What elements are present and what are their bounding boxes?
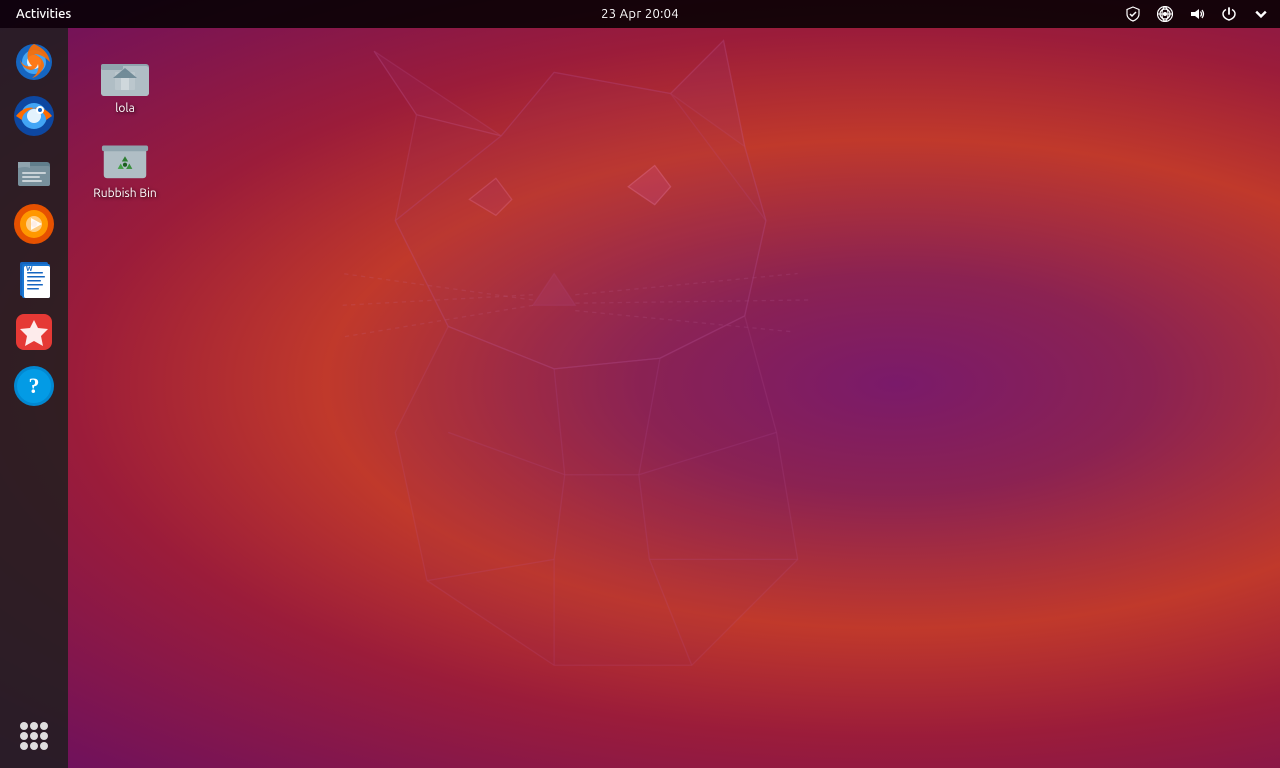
- dock-item-files[interactable]: [10, 146, 58, 194]
- dock: W ?: [0, 28, 68, 768]
- home-folder-label: lola: [115, 102, 135, 115]
- volume-icon[interactable]: [1186, 3, 1208, 25]
- cat-wallpaper: [160, 30, 1160, 750]
- dock-item-firefox[interactable]: [10, 38, 58, 86]
- power-icon[interactable]: [1218, 3, 1240, 25]
- app-grid-button[interactable]: [10, 712, 58, 760]
- desktop-icon-rubbish-bin[interactable]: Rubbish Bin: [80, 125, 170, 206]
- desktop-icons: lola R: [68, 28, 182, 218]
- activities-button[interactable]: Activities: [8, 0, 79, 28]
- svg-text:?: ?: [29, 373, 40, 398]
- topbar-datetime: 23 Apr 20:04: [601, 7, 679, 21]
- rubbish-bin-label: Rubbish Bin: [93, 187, 156, 200]
- dock-item-app-center[interactable]: [10, 308, 58, 356]
- rubbish-bin-icon: [99, 131, 151, 183]
- svg-text:W: W: [26, 265, 33, 273]
- home-folder-icon: [99, 46, 151, 98]
- dock-item-writer[interactable]: W: [10, 254, 58, 302]
- desktop-icon-home[interactable]: lola: [80, 40, 170, 121]
- network-icon[interactable]: [1154, 3, 1176, 25]
- dock-item-help[interactable]: ?: [10, 362, 58, 410]
- topbar-left: Activities: [8, 0, 79, 28]
- desktop: Activities 23 Apr 20:04: [0, 0, 1280, 768]
- shield-icon[interactable]: [1122, 3, 1144, 25]
- dock-item-rhythmbox[interactable]: [10, 200, 58, 248]
- dock-item-thunderbird[interactable]: [10, 92, 58, 140]
- chevron-down-icon[interactable]: [1250, 3, 1272, 25]
- topbar-right: [1122, 3, 1272, 25]
- topbar: Activities 23 Apr 20:04: [0, 0, 1280, 28]
